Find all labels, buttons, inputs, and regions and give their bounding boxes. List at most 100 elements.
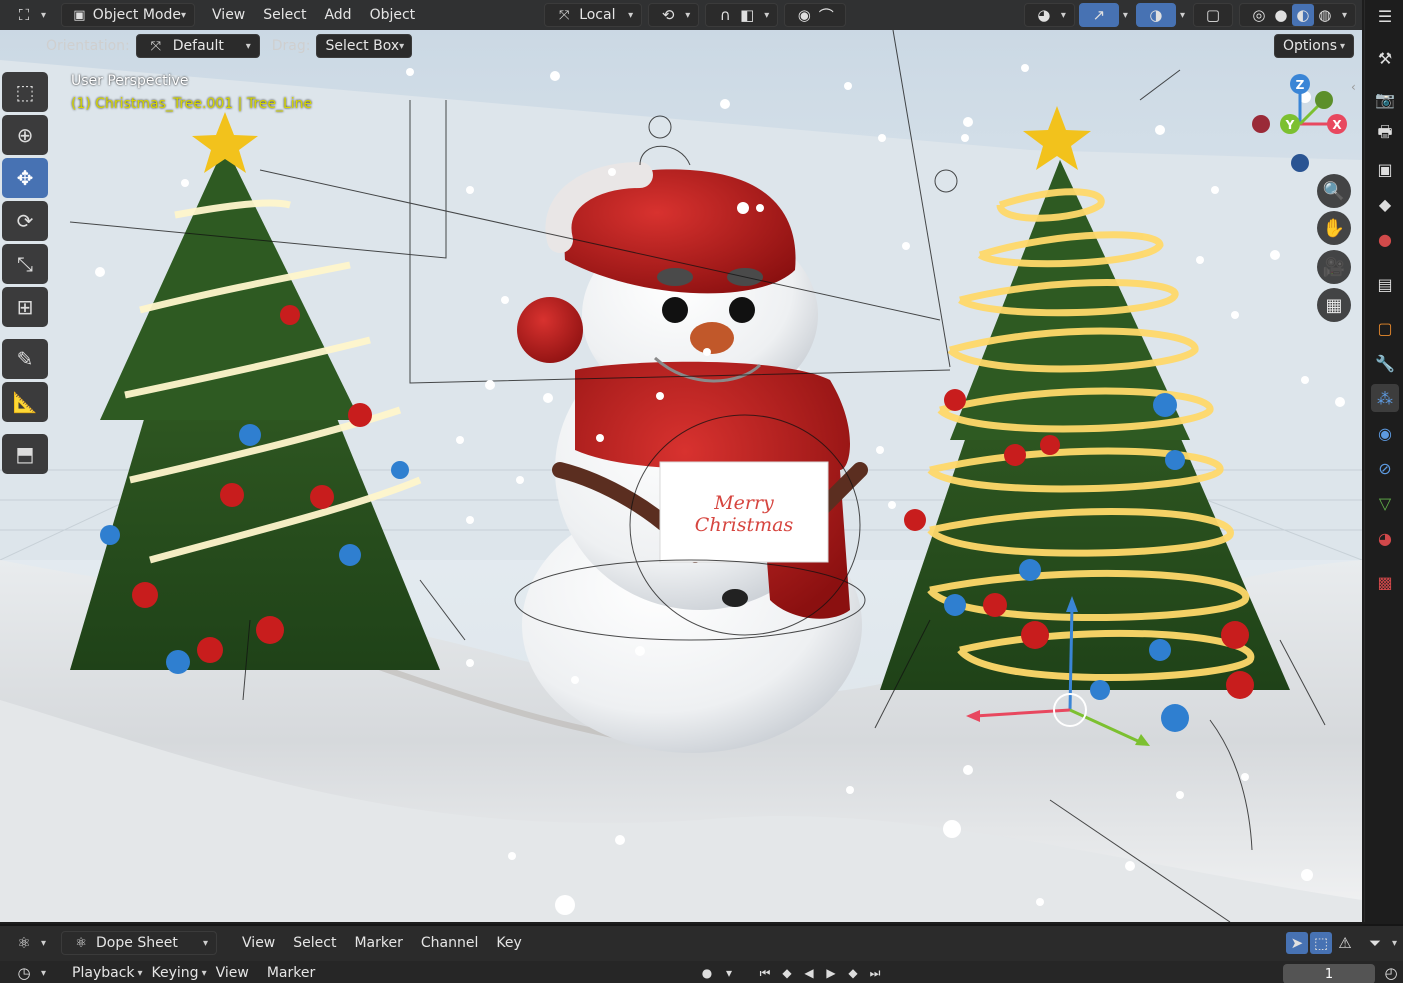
tab-material[interactable]: ◕	[1371, 524, 1399, 552]
pan-button[interactable]: ✋	[1317, 211, 1351, 245]
tab-physics[interactable]: ◉	[1371, 419, 1399, 447]
prev-keyframe-icon[interactable]: ◆	[776, 963, 798, 983]
annotate-tool[interactable]: ✎	[2, 339, 48, 379]
menu-select[interactable]: Select	[254, 3, 315, 27]
jump-start-icon[interactable]: ⏮	[754, 963, 776, 983]
tab-texture[interactable]: ▩	[1371, 568, 1399, 596]
overlays-toggle[interactable]: ◑	[1135, 3, 1176, 27]
tab-scene[interactable]: ◆	[1371, 190, 1399, 218]
orientation-dropdown[interactable]: ⤧ Default ▾	[135, 34, 260, 58]
snap-toggle[interactable]: ∩ ◧ ▾	[705, 3, 779, 27]
chevron-down-icon: ▾	[245, 40, 251, 52]
material-shading-icon[interactable]: ◐	[1291, 4, 1314, 26]
tab-constraints[interactable]: ⊘	[1371, 454, 1399, 482]
drag-dropdown[interactable]: Select Box ▾	[316, 34, 413, 58]
play-icon[interactable]: ▶	[820, 963, 842, 983]
proportional-editing-toggle[interactable]: ◉ ⌒	[784, 3, 847, 27]
chevron-down-icon: ▾	[203, 937, 209, 949]
wireframe-shading-icon[interactable]: ◎	[1248, 4, 1270, 26]
only-selected-icon[interactable]: ➤	[1285, 932, 1308, 954]
dope-menu-view[interactable]: View	[233, 931, 284, 955]
world-icon: ●	[1378, 229, 1392, 249]
tab-output[interactable]: 🖶	[1371, 120, 1399, 148]
dope-menu-select[interactable]: Select	[284, 931, 345, 955]
camera-view-button[interactable]: 🎥	[1317, 250, 1351, 284]
tab-render[interactable]: 📷	[1371, 85, 1399, 113]
tab-view-layer[interactable]: ▣	[1371, 155, 1399, 183]
visibility-dropdown[interactable]: ◕ ▾	[1023, 3, 1075, 27]
timeline-menu-keying[interactable]: Keying	[143, 961, 208, 983]
dope-mode-dropdown[interactable]: ⚛ Dope Sheet ▾	[61, 931, 218, 955]
pencil-icon: ✎	[16, 347, 34, 371]
move-tool[interactable]: ✥	[2, 158, 48, 198]
xray-toggle[interactable]: ▢	[1192, 3, 1233, 27]
tab-data[interactable]: ▽	[1371, 489, 1399, 517]
view-layer-icon: ▣	[1377, 159, 1393, 179]
timeline-menu-playback[interactable]: Playback	[63, 961, 143, 983]
timeline-menu-marker[interactable]: Marker	[258, 961, 324, 983]
sidebar-toggle-icon[interactable]: ‹	[1351, 80, 1356, 94]
properties-editor-type[interactable]: ☰	[1371, 2, 1399, 30]
next-keyframe-icon[interactable]: ◆	[842, 963, 864, 983]
add-cube-tool[interactable]: ⬒	[2, 434, 48, 474]
dope-editor-type-button[interactable]: ⚛ ▾	[4, 931, 55, 955]
chevron-down-icon: ▾	[1341, 9, 1347, 21]
timeline-editor-type-button[interactable]: ◷ ▾	[4, 963, 55, 983]
rotate-icon: ⟳	[16, 209, 34, 233]
pivot-point-dropdown[interactable]: ⟲ ▾	[648, 3, 700, 27]
chevron-down-icon[interactable]: ▾	[1392, 938, 1397, 949]
tab-modifiers[interactable]: 🔧	[1371, 349, 1399, 377]
gizmo-y-label: Y	[1285, 118, 1295, 132]
tab-particles[interactable]: ⁂	[1371, 384, 1399, 412]
rotate-tool[interactable]: ⟳	[2, 201, 48, 241]
menu-object[interactable]: Object	[361, 3, 425, 27]
only-errors-icon[interactable]: ⚠	[1334, 932, 1356, 954]
transform-orientation-dropdown[interactable]: ⤧ Local ▾	[544, 3, 643, 27]
auto-keying-icon[interactable]: ●	[696, 963, 718, 983]
menu-add[interactable]: Add	[315, 3, 360, 27]
dope-menu-key[interactable]: Key	[487, 931, 530, 955]
navigation-gizmo[interactable]: Z X Y	[1240, 66, 1362, 186]
chevron-down-icon[interactable]: ▾	[1123, 10, 1128, 21]
active-object-label: (1) Christmas_Tree.001 | Tree_Line	[71, 96, 313, 112]
show-hidden-icon[interactable]: ⬚	[1309, 932, 1332, 954]
tab-world[interactable]: ●	[1371, 225, 1399, 253]
select-box-tool[interactable]: ⬚	[2, 72, 48, 112]
play-reverse-icon[interactable]: ◀	[798, 963, 820, 983]
cursor-tool[interactable]: ⊕	[2, 115, 48, 155]
dope-menu-marker[interactable]: Marker	[345, 931, 411, 955]
ortho-toggle-button[interactable]: ▦	[1317, 288, 1351, 322]
chevron-down-icon: ▾	[399, 40, 405, 52]
measure-tool[interactable]: 📐	[2, 382, 48, 422]
jump-end-icon[interactable]: ⏭	[864, 963, 886, 983]
filter-icon[interactable]: ⏷	[1364, 932, 1386, 954]
gizmo-toggle[interactable]: ↗	[1078, 3, 1119, 27]
viewport-header: ⛶ ▾ ▣ Object Mode ▾ View Select Add Objec…	[0, 0, 1362, 30]
options-dropdown[interactable]: Options ▾	[1274, 34, 1354, 58]
transform-tool[interactable]: ⊞	[2, 287, 48, 327]
shading-modes[interactable]: ◎ ● ◐ ◍ ▾	[1238, 3, 1356, 27]
chevron-down-icon[interactable]: ▾	[1180, 10, 1185, 21]
dope-menu-channel[interactable]: Channel	[412, 931, 487, 955]
tab-object[interactable]: ▢	[1371, 314, 1399, 342]
scale-tool[interactable]: ⤡	[2, 244, 48, 284]
editor-type-button[interactable]: ⛶ ▾	[4, 3, 55, 27]
orientation-value: Default	[172, 38, 224, 54]
3d-viewport[interactable]: Merry Christmas User Perspective (1) Chr…	[0, 0, 1362, 922]
chevron-down-icon[interactable]: ▾	[718, 963, 740, 983]
dope-mode-label: Dope Sheet	[96, 935, 178, 951]
stopwatch-icon[interactable]: ◴	[1380, 962, 1402, 983]
rendered-shading-icon[interactable]: ◍	[1314, 4, 1336, 26]
solid-shading-icon[interactable]: ●	[1270, 4, 1292, 26]
tab-tool[interactable]: ⚒	[1371, 44, 1399, 72]
timeline-menu-view[interactable]: View	[207, 961, 258, 983]
dope-sheet-header: ⚛ ▾ ⚛ Dope Sheet ▾ View Select Marker Cha…	[0, 928, 1403, 958]
menu-view[interactable]: View	[203, 3, 254, 27]
current-frame-field[interactable]: 1	[1283, 964, 1375, 983]
mode-dropdown[interactable]: ▣ Object Mode ▾	[61, 3, 196, 27]
zoom-button[interactable]: 🔍	[1317, 174, 1351, 208]
properties-tab-bar: ☰ ⚒ 📷 🖶 ▣ ◆ ● ▤ ▢ 🔧 ⁂ ◉ ⊘ ▽ ◕ ▩	[1364, 0, 1403, 922]
tab-collection[interactable]: ▤	[1371, 270, 1399, 298]
viewport-scene	[0, 0, 1362, 922]
dope-mode-icon: ⚛	[75, 935, 87, 951]
